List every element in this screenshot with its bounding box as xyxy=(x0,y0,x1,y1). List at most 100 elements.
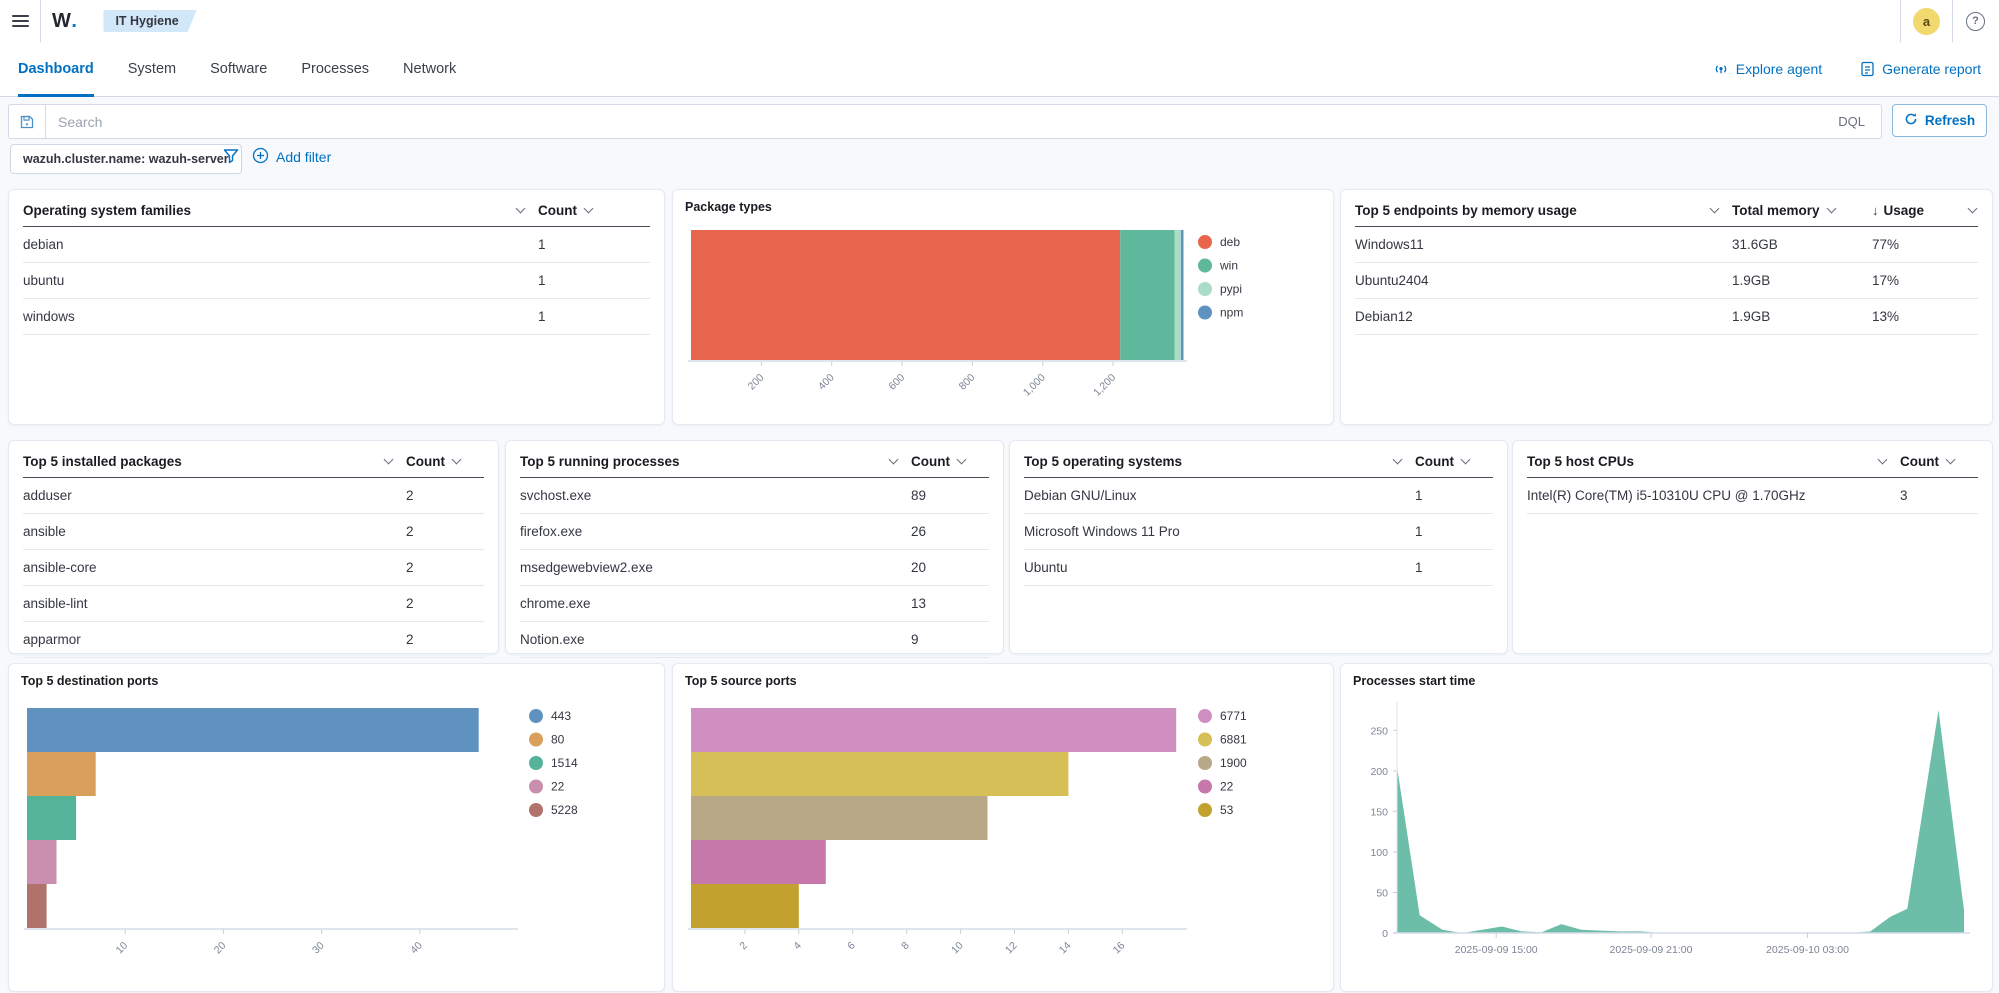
panel-title: Top 5 endpoints by memory usage xyxy=(1355,203,1577,218)
column-header-count: Count xyxy=(538,203,577,218)
tab-processes[interactable]: Processes xyxy=(301,42,369,96)
svg-text:8: 8 xyxy=(899,940,912,953)
chevron-down-icon[interactable] xyxy=(1968,204,1978,214)
panel-title: Package types xyxy=(685,200,772,214)
svg-text:50: 50 xyxy=(1376,888,1388,900)
svg-text:pypi: pypi xyxy=(1220,282,1242,296)
panel-running-processes: Top 5 running processes Count svchost.ex… xyxy=(505,440,1004,654)
top-header: W. IT Hygiene a ? xyxy=(0,0,1999,43)
table-header: Operating system families Count xyxy=(23,194,650,227)
divider xyxy=(40,0,41,42)
tab-network[interactable]: Network xyxy=(403,42,456,96)
svg-text:443: 443 xyxy=(551,709,571,723)
chevron-down-icon[interactable] xyxy=(1710,204,1720,214)
package-types-chart[interactable]: 2004006008001,0001,200debwinpypinpm xyxy=(683,222,1323,418)
column-header-count: Count xyxy=(1415,454,1454,469)
panel-title: Top 5 running processes xyxy=(520,454,680,469)
chevron-down-icon[interactable] xyxy=(384,455,394,465)
svg-text:2025-09-09 15:00: 2025-09-09 15:00 xyxy=(1455,944,1538,956)
filter-pill[interactable]: wazuh.cluster.name: wazuh-server xyxy=(10,144,242,174)
report-icon xyxy=(1860,61,1875,77)
chevron-down-icon[interactable] xyxy=(889,455,899,465)
svg-text:14: 14 xyxy=(1057,940,1074,957)
panel-title: Top 5 host CPUs xyxy=(1527,454,1634,469)
processes-start-time-chart[interactable]: 0501001502002502025-09-09 15:002025-09-0… xyxy=(1351,696,1982,985)
chevron-down-icon[interactable] xyxy=(516,204,526,214)
svg-text:npm: npm xyxy=(1220,306,1243,320)
tab-bar: Dashboard System Software Processes Netw… xyxy=(0,42,1999,97)
breadcrumb[interactable]: IT Hygiene xyxy=(103,10,196,32)
search-input[interactable] xyxy=(46,114,1822,130)
svg-text:800: 800 xyxy=(957,372,978,393)
explore-agent-button[interactable]: Explore agent xyxy=(1713,61,1822,77)
plus-circle-icon xyxy=(252,147,269,167)
tab-system[interactable]: System xyxy=(128,42,176,96)
table-header: Top 5 running processes Count xyxy=(520,445,989,478)
table-header: Top 5 operating systems Count xyxy=(1024,445,1493,478)
svg-text:10: 10 xyxy=(949,940,966,957)
svg-text:200: 200 xyxy=(746,372,767,393)
table-header: Top 5 host CPUs Count xyxy=(1527,445,1978,478)
table-row: ubuntu1 xyxy=(23,263,650,299)
svg-text:200: 200 xyxy=(1370,766,1388,778)
saved-query-icon[interactable] xyxy=(9,105,46,138)
chevron-down-icon[interactable] xyxy=(1461,455,1471,465)
panel-title: Top 5 source ports xyxy=(685,674,797,688)
panel-host-cpus: Top 5 host CPUs Count Intel(R) Core(TM) … xyxy=(1512,440,1993,654)
divider xyxy=(1952,0,1953,42)
panel-destination-ports: Top 5 destination ports 1020304044380151… xyxy=(8,663,665,992)
refresh-label: Refresh xyxy=(1925,113,1975,128)
column-header-usage: Usage xyxy=(1884,203,1925,218)
svg-text:2: 2 xyxy=(737,940,750,953)
svg-text:16: 16 xyxy=(1111,940,1128,957)
table-row: Microsoft Windows 11 Pro1 xyxy=(1024,514,1493,550)
svg-text:4: 4 xyxy=(791,940,804,953)
tab-actions: Explore agent Generate report xyxy=(1713,61,1981,77)
svg-text:2025-09-10 03:00: 2025-09-10 03:00 xyxy=(1766,944,1849,956)
wazuh-logo[interactable]: W. xyxy=(52,10,77,33)
tab-dashboard[interactable]: Dashboard xyxy=(18,42,94,96)
table-row: windows1 xyxy=(23,299,650,335)
chevron-down-icon[interactable] xyxy=(1393,455,1403,465)
svg-text:80: 80 xyxy=(551,733,565,747)
chevron-down-icon[interactable] xyxy=(1826,204,1836,214)
tab-software[interactable]: Software xyxy=(210,42,267,96)
generate-report-button[interactable]: Generate report xyxy=(1860,61,1981,77)
refresh-button[interactable]: Refresh xyxy=(1892,104,1987,137)
avatar[interactable]: a xyxy=(1913,8,1940,35)
chevron-down-icon[interactable] xyxy=(452,455,462,465)
chevron-down-icon[interactable] xyxy=(957,455,967,465)
generate-report-label: Generate report xyxy=(1882,61,1981,77)
table-row: svchost.exe89 xyxy=(520,478,989,514)
svg-text:150: 150 xyxy=(1370,806,1388,818)
sort-desc-icon: ↓ xyxy=(1872,203,1879,218)
chevron-down-icon[interactable] xyxy=(1946,455,1956,465)
table-row: ansible-core2 xyxy=(23,550,484,586)
svg-text:6: 6 xyxy=(845,940,858,953)
it-hygiene-dashboard: W. IT Hygiene a ? Dashboard System Softw… xyxy=(0,0,1999,993)
destination-ports-chart[interactable]: 10203040443801514225228 xyxy=(19,696,654,985)
tabs: Dashboard System Software Processes Netw… xyxy=(18,42,456,96)
add-filter-button[interactable]: Add filter xyxy=(252,147,331,167)
header-right: a ? xyxy=(1900,0,1999,42)
add-filter-label: Add filter xyxy=(276,149,331,165)
query-language-selector[interactable]: DQL xyxy=(1822,114,1881,129)
svg-text:12: 12 xyxy=(1003,940,1020,957)
svg-text:6771: 6771 xyxy=(1220,709,1247,723)
table-header: Top 5 installed packages Count xyxy=(23,445,484,478)
svg-text:600: 600 xyxy=(886,372,907,393)
svg-text:6881: 6881 xyxy=(1220,733,1247,747)
table-header: Top 5 endpoints by memory usage Total me… xyxy=(1355,194,1978,227)
menu-icon[interactable] xyxy=(0,0,40,42)
chevron-down-icon[interactable] xyxy=(1878,455,1888,465)
filter-funnel-icon[interactable] xyxy=(222,147,240,170)
panel-title: Top 5 installed packages xyxy=(23,454,182,469)
table-row: Intel(R) Core(TM) i5-10310U CPU @ 1.70GH… xyxy=(1527,478,1978,514)
svg-text:10: 10 xyxy=(114,940,131,957)
svg-text:53: 53 xyxy=(1220,803,1234,817)
column-header-count: Count xyxy=(406,454,445,469)
source-ports-chart[interactable]: 2468101214166771688119002253 xyxy=(683,696,1323,985)
chevron-down-icon[interactable] xyxy=(584,204,594,214)
panel-endpoints-memory: Top 5 endpoints by memory usage Total me… xyxy=(1340,189,1993,425)
help-icon[interactable]: ? xyxy=(1966,12,1985,31)
